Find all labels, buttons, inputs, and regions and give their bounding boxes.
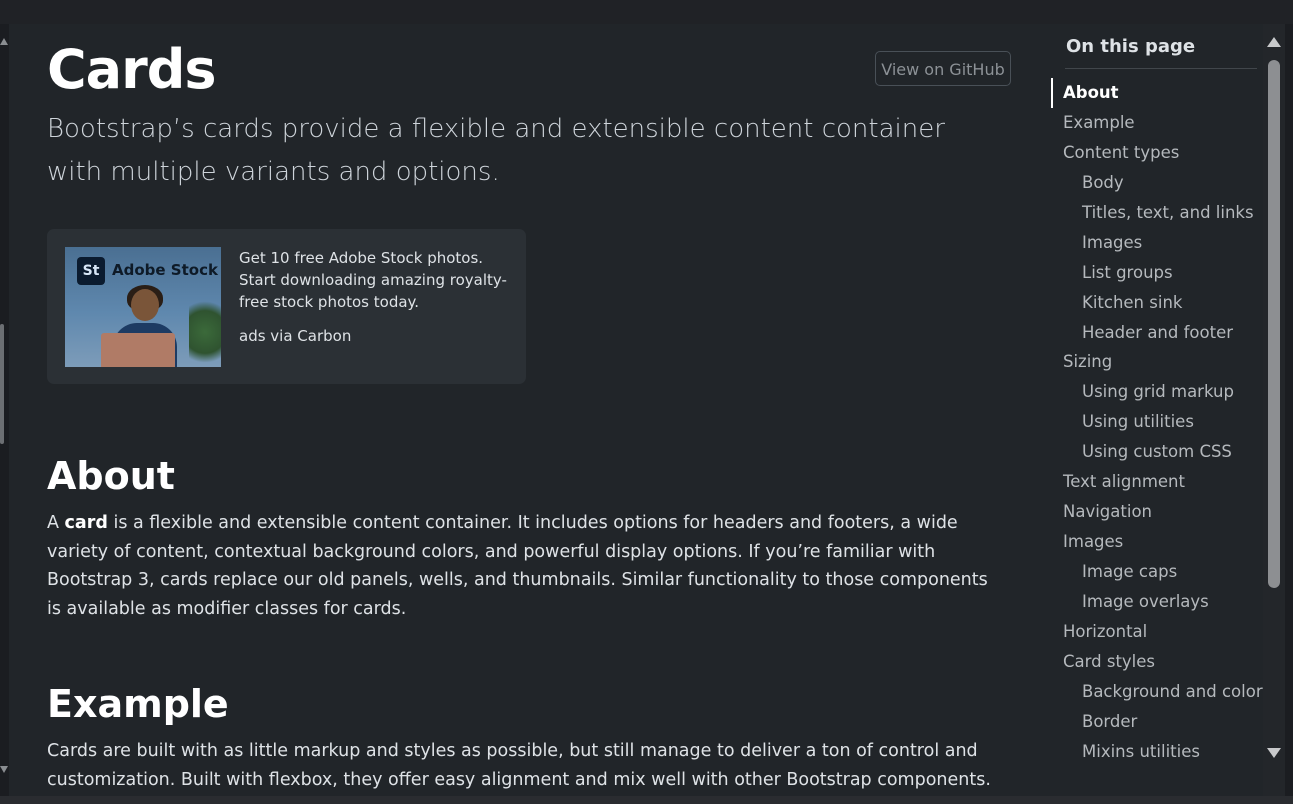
toc-link-text-alignment[interactable]: Text alignment [1051,467,1263,497]
person-face-shape [131,289,159,321]
toc-link-list-groups[interactable]: List groups [1051,258,1263,288]
toc-link-titles-text-and-links[interactable]: Titles, text, and links [1051,198,1263,228]
toc-link-horizontal[interactable]: Horizontal [1051,617,1263,647]
laptop-shape [101,333,175,367]
right-scrollbar[interactable] [1263,24,1285,796]
toc-link-mixins-utilities[interactable]: Mixins utilities [1051,737,1263,767]
scroll-down-arrow-icon[interactable] [1267,748,1281,758]
window-top-bar [0,0,1293,24]
scroll-up-arrow-icon[interactable] [0,38,8,45]
toc-link-background-and-color[interactable]: Background and color [1051,677,1263,707]
toc-link-example[interactable]: Example [1051,108,1263,138]
toc-link-using-utilities[interactable]: Using utilities [1051,407,1263,437]
ad-text-link[interactable]: Get 10 free Adobe Stock photos. Start do… [239,247,509,313]
view-on-github-button[interactable]: View on GitHub [875,51,1011,86]
scroll-down-arrow-icon[interactable] [0,766,8,773]
toc-divider [1065,68,1257,69]
toc-link-navigation[interactable]: Navigation [1051,497,1263,527]
example-paragraph: Cards are built with as little markup an… [47,741,991,790]
toc-link-header-and-footer[interactable]: Header and footer [1051,318,1263,348]
toc-link-card-styles[interactable]: Card styles [1051,647,1263,677]
toc-title: On this page [1066,36,1196,57]
toc-link-body[interactable]: Body [1051,168,1263,198]
toc-list: About Example Content types Body Titles, tex… [1051,78,1263,767]
about-paragraph: A card is a flexible and extensible cont… [47,509,1007,624]
about-bold-term: card [64,513,108,533]
left-scrollbar[interactable] [0,24,9,796]
adobe-stock-logo-mark: St [77,257,105,285]
toc-link-images[interactable]: Images [1051,527,1263,557]
carbon-ad[interactable]: St Adobe Stock Get 10 free Adobe Stock p… [47,229,526,384]
about-prefix: A [47,513,65,533]
about-rest: is a flexible and extensible content con… [47,513,988,620]
window-right-edge [1285,24,1293,796]
example-heading: Example [47,682,229,726]
toc-link-content-types[interactable]: Content types [1051,138,1263,168]
toc-sidebar: On this page About Example Content types Bo… [1051,24,1263,796]
scrollbar-thumb[interactable] [0,324,4,444]
scroll-up-arrow-icon[interactable] [1267,37,1281,47]
ad-image[interactable]: St Adobe Stock [65,247,221,367]
toc-link-using-grid-markup[interactable]: Using grid markup [1051,377,1263,407]
main-content: Cards View on GitHub Bootstrap’s cards p… [9,24,1051,796]
scrollbar-thumb[interactable] [1268,60,1280,588]
toc-link-image-overlays[interactable]: Image overlays [1051,587,1263,617]
page-title: Cards [47,38,216,101]
about-heading: About [47,454,175,498]
toc-link-sizing[interactable]: Sizing [1051,347,1263,377]
adobe-stock-logo: St Adobe Stock [77,257,218,285]
toc-link-kitchen-sink[interactable]: Kitchen sink [1051,288,1263,318]
toc-link-using-custom-css[interactable]: Using custom CSS [1051,437,1263,467]
window-bottom-bar [0,796,1293,804]
plant-shape [189,297,221,367]
toc-link-about[interactable]: About [1051,78,1263,108]
ads-via-carbon-link[interactable]: ads via Carbon [239,327,351,345]
toc-link-border[interactable]: Border [1051,707,1263,737]
adobe-stock-logo-text: Adobe Stock [112,261,218,279]
toc-link-images[interactable]: Images [1051,228,1263,258]
toc-link-image-caps[interactable]: Image caps [1051,557,1263,587]
page-lead: Bootstrap’s cards provide a flexible and… [47,114,945,187]
